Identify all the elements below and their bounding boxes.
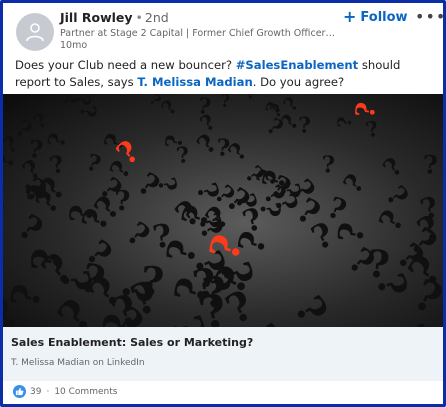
author-name[interactable]: Jill Rowley — [60, 10, 133, 25]
reaction-count[interactable]: 39 — [30, 387, 41, 397]
question-mark-shape: ? — [423, 150, 438, 180]
question-mark-shape: ? — [334, 117, 356, 128]
question-marks-photo: ????????????????????????????????????????… — [3, 94, 443, 327]
post-header: Jill Rowley • 2nd Partner at Stage 2 Capit… — [3, 3, 443, 55]
question-mark-shape: ? — [114, 185, 131, 217]
author-name-line: Jill Rowley • 2nd — [60, 10, 335, 26]
person-silhouette-icon — [26, 23, 44, 42]
follow-button[interactable]: + Follow — [343, 9, 408, 25]
question-mark-shape: ? — [140, 258, 165, 305]
post-time: 10mo — [60, 40, 88, 51]
question-mark-shape: ? — [3, 195, 11, 213]
post-text-part1: Does your Club need a new bouncer? — [15, 58, 236, 72]
question-mark-shape: ? — [220, 94, 231, 112]
question-mark-shape: ? — [76, 105, 102, 119]
more-options-button[interactable]: ••• — [415, 7, 446, 26]
link-source: T. Melissa Madian on LinkedIn — [11, 358, 145, 368]
author-meta: Jill Rowley • 2nd Partner at Stage 2 Capit… — [60, 10, 335, 52]
avatar[interactable] — [16, 13, 54, 51]
post-body-text: Does your Club need a new bouncer? #Sale… — [15, 57, 433, 91]
post-text-part3: . Do you agree? — [252, 75, 345, 89]
connection-degree: 2nd — [144, 10, 169, 25]
comment-count[interactable]: 10 Comments — [54, 387, 117, 397]
ellipsis-icon: ••• — [415, 7, 446, 26]
mention-link[interactable]: T. Melissa Madian — [137, 75, 252, 89]
plus-icon: + — [343, 7, 357, 26]
post-card: Jill Rowley • 2nd Partner at Stage 2 Capit… — [0, 0, 446, 407]
link-title[interactable]: Sales Enablement: Sales or Marketing? — [11, 336, 253, 349]
thumbs-up-icon — [13, 385, 26, 398]
post-image[interactable]: ????????????????????????????????????????… — [3, 94, 443, 327]
social-counts: 39 · 10 Comments — [13, 385, 117, 398]
author-headline: Partner at Stage 2 Capital | Former Chie… — [60, 28, 335, 39]
hashtag-link[interactable]: #SalesEnablement — [236, 58, 359, 72]
link-preview-card[interactable]: Sales Enablement: Sales or Marketing? T.… — [3, 327, 443, 381]
question-mark-shape: ? — [23, 247, 71, 274]
follow-label: Follow — [360, 9, 408, 25]
social-separator: · — [46, 386, 50, 397]
bullet-separator: • — [135, 10, 143, 25]
question-mark-shape: ? — [322, 151, 336, 178]
